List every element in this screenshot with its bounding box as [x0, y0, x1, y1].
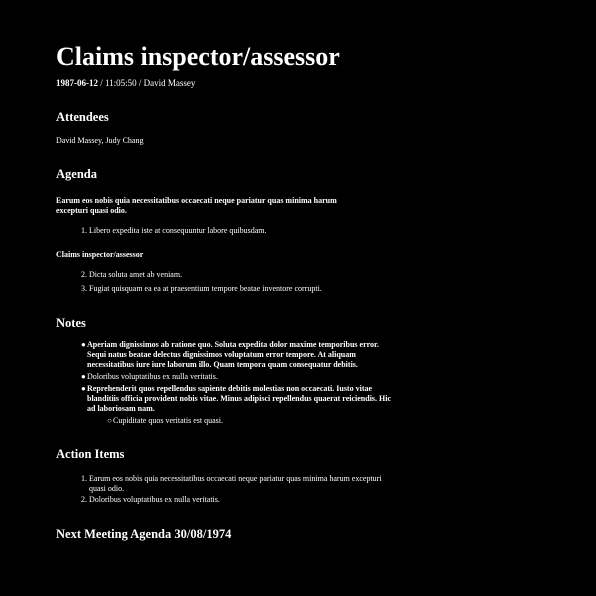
next-meeting-heading: Next Meeting Agenda 30/08/1974 — [56, 527, 232, 541]
agenda-item-text: Dicta soluta amet ab veniam. — [89, 270, 183, 279]
notes-bullet-text: Reprehenderit quos repellendus sapiente … — [87, 384, 392, 413]
agenda-intro: Earum eos nobis quia necessitatibus occa… — [56, 196, 337, 215]
notes-bullet-text: Doloribus voluptatibus ex nulla veritati… — [87, 372, 218, 381]
notes-subbullet: ○ Cupiditate quos veritatis est quasi. — [107, 416, 383, 426]
action-item-text: Earum eos nobis quia necessitatibus occa… — [89, 474, 382, 493]
attendees-list: David Massey, Judy Chang — [56, 136, 144, 145]
bullet-icon: ● — [81, 340, 86, 349]
agenda-item-text: Libero expedita iste at consequuntur lab… — [89, 226, 267, 235]
agenda-item: 1. Libero expedita iste at consequuntur … — [81, 226, 267, 235]
meeting-date: 1987-06-12 — [56, 78, 98, 88]
agenda-heading: Agenda — [56, 167, 97, 181]
circle-bullet-icon: ○ — [107, 416, 112, 425]
notes-bullet-text: Aperiam dignissimos ab ratione quo. Solu… — [87, 340, 379, 369]
action-item-text: Doloribus voluptatibus ex nulla veritati… — [89, 495, 220, 504]
bullet-icon: ● — [81, 384, 86, 393]
action-item: 2. Doloribus voluptatibus ex nulla verit… — [81, 495, 220, 504]
notes-heading: Notes — [56, 316, 86, 330]
notes-bullet: ● Aperiam dignissimos ab ratione quo. So… — [81, 340, 392, 370]
meeting-meta: 1987-06-12 / 11:05:50 / David Massey — [56, 77, 195, 89]
notes-bullet: ● Reprehenderit quos repellendus sapient… — [81, 384, 392, 414]
agenda-item: 3. Fugiat quisquam ea ea at praesentium … — [81, 284, 322, 293]
bullet-icon: ● — [81, 372, 86, 381]
attendees-heading: Attendees — [56, 110, 109, 124]
meeting-time-author: / 11:05:50 / David Massey — [98, 78, 196, 88]
agenda-subheading: Claims inspector/assessor — [56, 250, 144, 259]
notes-subbullet-text: Cupiditate quos veritatis est quasi. — [113, 416, 223, 425]
agenda-item-text: Fugiat quisquam ea ea at praesentium tem… — [89, 284, 322, 293]
action-items-heading: Action Items — [56, 447, 125, 461]
document-title: Claims inspector/assessor — [56, 42, 340, 71]
action-item: 1. Earum eos nobis quia necessitatibus o… — [81, 474, 382, 493]
agenda-item: 2. Dicta soluta amet ab veniam. — [81, 270, 183, 279]
notes-bullet: ● Doloribus voluptatibus ex nulla verita… — [81, 372, 392, 382]
